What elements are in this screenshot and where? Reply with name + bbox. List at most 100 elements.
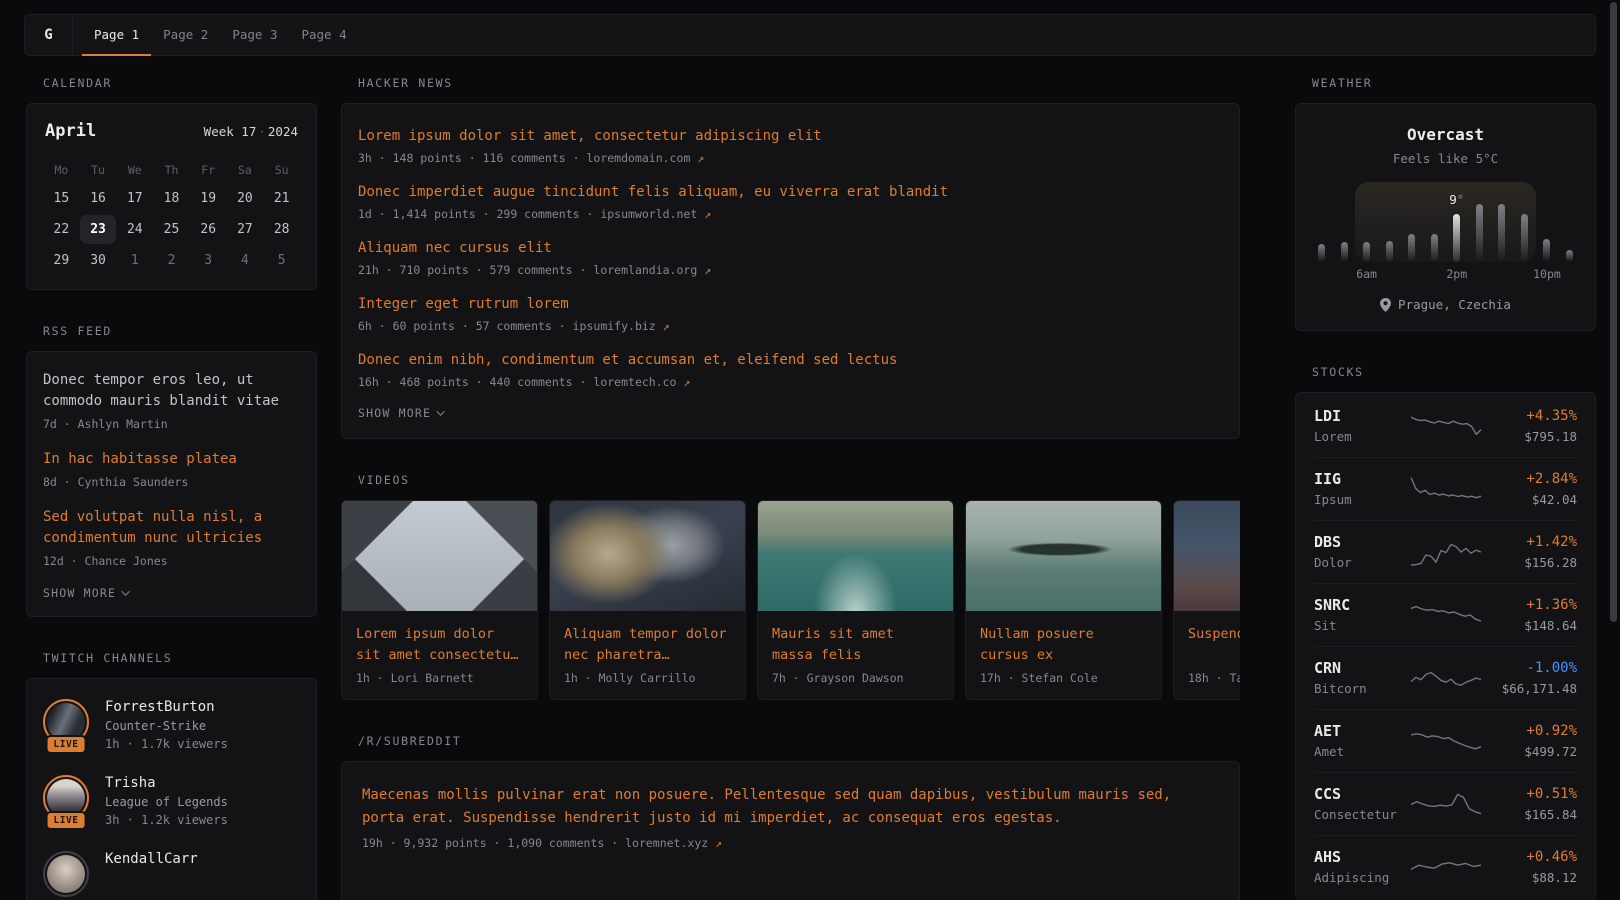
rss-section-title: RSS FEED <box>43 324 317 338</box>
stock-price: $795.18 <box>1482 430 1578 444</box>
stock-values: +1.36%$148.64 <box>1482 597 1578 633</box>
hackernews-item-title[interactable]: Aliquam nec cursus elit <box>358 238 1223 258</box>
weather-hour-label: 10pm <box>1533 267 1561 281</box>
rss-item: Sed volutpat nulla nisl, a condimentum n… <box>43 507 300 569</box>
weather-bar-slot <box>1521 182 1528 262</box>
calendar-day: 20 <box>227 184 264 213</box>
calendar-year: 2024 <box>268 124 298 139</box>
stock-info: AETAmet <box>1314 723 1410 759</box>
calendar-day: 19 <box>190 184 227 213</box>
video-card: Suspendisse diam 18h · Tara <box>1173 500 1240 700</box>
hackernews-item-title[interactable]: Donec enim nibh, condimentum et accumsan… <box>358 350 1223 370</box>
rss-item-title[interactable]: In hac habitasse platea <box>43 449 300 470</box>
twitch-channel-name[interactable]: KendallCarr <box>105 851 198 867</box>
external-link-arrow-icon: ↗ <box>704 207 711 221</box>
post-meta-text: 3h · 148 points · 116 comments · loremdo… <box>358 151 697 165</box>
tab-page-1[interactable]: Page 1 <box>82 15 151 56</box>
videos-section: VIDEOS Lorem ipsum dolor sit amet consec… <box>341 473 1240 700</box>
subreddit-post: Maecenas mollis pulvinar erat non posuer… <box>362 784 1219 851</box>
stock-name: Sit <box>1314 619 1410 633</box>
weather-bar <box>1476 204 1483 262</box>
subreddit-post-title[interactable]: Maecenas mollis pulvinar erat non posuer… <box>362 784 1219 829</box>
stock-name: Lorem <box>1314 430 1410 444</box>
tab-page-3[interactable]: Page 3 <box>220 15 289 56</box>
app-logo[interactable]: G <box>25 15 73 55</box>
calendar-day: 26 <box>190 215 227 244</box>
calendar-day: 27 <box>227 215 264 244</box>
avatar[interactable] <box>47 855 85 893</box>
foggy-figure-thumbnail[interactable] <box>1174 501 1240 611</box>
hackernews-item-title[interactable]: Integer eget rutrum lorem <box>358 294 1223 314</box>
video-title[interactable]: Nullam posuere cursus ex <box>980 624 1147 665</box>
post-meta-text: 6h · 60 points · 57 comments · ipsumify.… <box>358 319 663 333</box>
hackernews-show-more-button[interactable]: SHOW MORE <box>358 406 1223 420</box>
stock-ticker: LDI <box>1314 408 1410 425</box>
stock-price: $88.12 <box>1482 871 1578 885</box>
calendar-section-title: CALENDAR <box>43 76 317 90</box>
twitch-channel[interactable]: LIVETrishaLeague of Legends3h · 1.2k vie… <box>43 775 300 827</box>
video-title[interactable]: Lorem ipsum dolor sit amet consectetu… <box>356 624 523 665</box>
rss-item-title[interactable]: Sed volutpat nulla nisl, a condimentum n… <box>43 507 300 549</box>
calendar-month: April <box>45 121 96 141</box>
scrollbar-thumb[interactable] <box>1610 2 1617 622</box>
weather-bar-slot <box>1408 182 1415 262</box>
stocks-list: LDILorem+4.35%$795.18IIGIpsum+2.84%$42.0… <box>1296 395 1595 898</box>
canoe-lake-thumbnail[interactable] <box>966 501 1161 611</box>
twitch-channel-game: League of Legends <box>105 795 228 809</box>
weather-bar <box>1363 242 1370 262</box>
twitch-channel-list: LIVEForrestBurtonCounter-Strike1h · 1.7k… <box>43 699 300 897</box>
weather-bar-slot <box>1341 182 1348 262</box>
stock-change: +0.51% <box>1482 786 1578 803</box>
external-link-arrow-icon: ↗ <box>704 263 711 277</box>
twitch-channel-name[interactable]: Trisha <box>105 775 228 791</box>
stock-sparkline <box>1410 660 1482 696</box>
stock-sparkline <box>1410 534 1482 570</box>
weather-temp-label: 9° <box>1449 192 1464 207</box>
calendar-week-year: Week 17·2024 <box>204 124 298 139</box>
video-title[interactable]: Aliquam tempor dolor nec pharetra… <box>564 624 731 665</box>
hackernews-item-title[interactable]: Lorem ipsum dolor sit amet, consectetur … <box>358 126 1223 146</box>
calendar-day: 15 <box>43 184 80 213</box>
weather-section-title: WEATHER <box>1312 76 1596 90</box>
sea-wake-thumbnail[interactable] <box>758 501 953 611</box>
calendar-day: 17 <box>116 184 153 213</box>
post-meta: 1d · 1,414 points · 299 comments · ipsum… <box>358 206 1223 222</box>
twitch-channel[interactable]: LIVEForrestBurtonCounter-Strike1h · 1.7k… <box>43 699 300 751</box>
calendar-grid: MoTuWeThFrSaSu15161718192021222324252627… <box>43 158 300 275</box>
twitch-channel-name[interactable]: ForrestBurton <box>105 699 228 715</box>
twitch-channel[interactable]: KendallCarr <box>43 851 300 897</box>
live-badge: LIVE <box>46 811 87 830</box>
twitch-avatar-wrap: LIVE <box>43 775 89 821</box>
hackernews-item: Integer eget rutrum lorem 6h · 60 points … <box>358 294 1223 334</box>
twitch-avatar-wrap <box>43 851 89 897</box>
chevron-down-icon <box>121 587 129 595</box>
rss-item-title[interactable]: Donec tempor eros leo, ut commodo mauris… <box>43 370 300 412</box>
stock-change: +1.36% <box>1482 597 1578 614</box>
towers-sky-thumbnail[interactable] <box>342 501 537 611</box>
stock-values: -1.00%$66,171.48 <box>1482 660 1578 696</box>
twitch-section-title: TWITCH CHANNELS <box>43 651 317 665</box>
video-title[interactable]: Suspendisse diam <box>1188 624 1240 665</box>
calendar-day: 1 <box>116 246 153 275</box>
post-meta-text: 1d · 1,414 points · 299 comments · ipsum… <box>358 207 704 221</box>
calendar-section: CALENDAR April Week 17·2024 MoTuWeThFrSa… <box>26 76 317 290</box>
subreddit-section: /R/SUBREDDIT Maecenas mollis pulvinar er… <box>341 734 1240 900</box>
weather-bar <box>1521 214 1528 262</box>
rss-show-more-button[interactable]: SHOW MORE <box>43 586 300 600</box>
video-meta: 18h · Tara <box>1188 671 1240 685</box>
weather-feels-like: Feels like 5°C <box>1318 151 1573 166</box>
twitch-avatar-ring <box>43 851 89 897</box>
tab-page-4[interactable]: Page 4 <box>289 15 358 56</box>
camera-hands-thumbnail[interactable] <box>550 501 745 611</box>
video-card: Nullam posuere cursus ex17h · Stefan Col… <box>965 500 1162 700</box>
video-title[interactable]: Mauris sit amet massa felis <box>772 624 939 665</box>
stock-info: LDI Lorem <box>1314 408 1410 444</box>
stock-ticker: CRN <box>1314 660 1410 677</box>
subreddit-widget: Maecenas mollis pulvinar erat non posuer… <box>341 761 1240 900</box>
post-meta-text: 21h · 710 points · 579 comments · loreml… <box>358 263 704 277</box>
tab-page-2[interactable]: Page 2 <box>151 15 220 56</box>
hackernews-item-title[interactable]: Donec imperdiet augue tincidunt felis al… <box>358 182 1223 202</box>
stock-name: Bitcorn <box>1314 682 1410 696</box>
center-column: HACKER NEWS Lorem ipsum dolor sit amet, … <box>341 76 1240 900</box>
weather-bar-slot <box>1566 182 1573 262</box>
